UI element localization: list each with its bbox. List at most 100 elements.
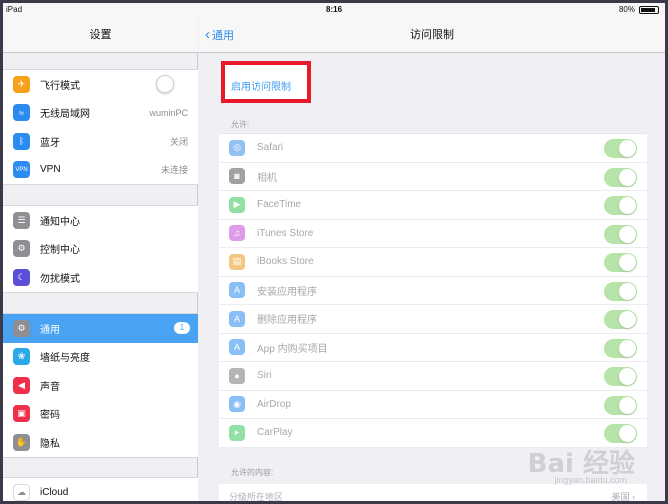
sidebar-item-label: VPN [40,164,61,176]
status-time: 8:16 [326,5,343,14]
compass-icon: ◎ [229,139,245,156]
status-bar: iPad 8:16 80% [3,3,665,17]
itunes-toggle[interactable] [604,224,637,244]
list-item-itunes-store: ♫ iTunes Store [219,220,647,248]
microphone-icon: ● [229,367,245,384]
vpn-icon: VPN [13,161,30,179]
battery-percent: 80% [618,5,635,14]
sidebar-item-label: iCloud [40,486,69,498]
carplay-icon: ▸ [229,424,245,441]
nav-bar: 访问限制 ‹ 通用 [199,17,665,53]
update-badge: 1 [174,322,190,334]
sidebar-item-vpn[interactable]: VPN VPN 未连接 [3,156,198,185]
sidebar-item-general[interactable]: ⚙ 通用 1 [3,314,198,343]
sidebar-item-label: 密码 [40,410,60,422]
notifications-icon: ☰ [13,211,30,229]
sidebar-item-wallpaper[interactable]: ❀ 墙纸与亮度 [3,343,198,372]
list-item-label: 相机 [257,172,277,184]
sidebar-item-airplane[interactable]: ✈ 飞行模式 [3,70,198,99]
sidebar-item-label: 无线局域网 [40,109,90,121]
sidebar-title: 设置 [3,17,198,53]
battery-status: 80% [619,5,659,14]
moon-icon: ☾ [13,268,30,286]
sidebar-group-icloud: ☁ iCloud [3,477,198,501]
facetime-toggle[interactable] [604,196,637,215]
app-store-icon: A [229,339,245,356]
sidebar-item-label: 墙纸与亮度 [40,353,90,365]
device-label: iPad [6,5,23,14]
in-app-purchases-toggle[interactable] [604,338,637,358]
sidebar-item-label: 控制中心 [40,245,80,257]
carplay-toggle[interactable] [604,424,637,443]
list-item-facetime: ▶ FaceTime [219,191,647,220]
list-item-label: Siri [257,370,272,382]
sidebar-group-general: ⚙ 通用 1 ❀ 墙纸与亮度 ◀ 声音 ▣ 密码 ✋ 隐私 [3,313,198,458]
safari-toggle[interactable] [604,139,637,158]
list-item-label: Safari [257,142,284,154]
ibooks-toggle[interactable] [604,253,637,272]
sidebar-item-privacy[interactable]: ✋ 隐私 [3,428,198,457]
list-item-label: iTunes Store [257,227,314,239]
video-icon: ▶ [229,196,245,213]
restrictions-pane: 访问限制 ‹ 通用 启用访问限制 允许: ◎ Safari ◙ 相机 ▶ Fac… [199,17,665,501]
allowed-content-label: 允许的内容: [231,468,274,477]
gear-icon: ⚙ [13,319,30,337]
siri-toggle[interactable] [604,367,637,386]
sound-icon: ◀ [13,376,30,394]
list-item-label: 安装应用程序 [257,286,317,298]
book-icon: ▤ [229,253,245,270]
sidebar-item-bluetooth[interactable]: ᛒ 蓝牙 关闭 [3,127,198,156]
enable-restrictions-highlight: 启用访问限制 [221,61,311,103]
sidebar-item-label: 通知中心 [40,216,80,228]
list-item-label: 删除应用程序 [257,315,317,327]
sidebar-item-control-center[interactable]: ⚙ 控制中心 [3,235,198,264]
camera-icon: ◙ [229,168,245,185]
sidebar-item-sounds[interactable]: ◀ 声音 [3,371,198,400]
region-label: 分级所在地区 [229,492,284,501]
list-item-siri: ● Siri [219,362,647,391]
sidebar-item-notifications[interactable]: ☰ 通知中心 [3,206,198,235]
airdrop-toggle[interactable] [604,395,637,415]
delete-apps-toggle[interactable] [604,310,637,329]
sidebar-item-icloud[interactable]: ☁ iCloud [3,478,198,501]
app-store-icon: A [229,282,245,299]
camera-toggle[interactable] [604,167,637,187]
install-apps-toggle[interactable] [604,281,637,301]
back-button[interactable]: ‹ 通用 [205,27,234,43]
list-item-install-apps: A 安装应用程序 [219,277,647,305]
enable-restrictions-button[interactable]: 启用访问限制 [231,78,291,93]
sidebar-item-value: wuminPC [149,107,188,118]
allow-list: ◎ Safari ◙ 相机 ▶ FaceTime ♫ iTunes Store … [219,133,647,448]
bluetooth-icon: ᛒ [13,132,30,150]
list-item-ibooks-store: ▤ iBooks Store [219,248,647,277]
sidebar-group-connectivity: ✈ 飞行模式 ≈ 无线局域网 wuminPC ᛒ 蓝牙 关闭 VPN VPN 未… [3,69,198,185]
airplane-toggle[interactable] [156,75,174,94]
app-store-icon: A [229,310,245,327]
sidebar-item-label: 勿扰模式 [40,273,80,285]
wallpaper-icon: ❀ [13,348,30,366]
sidebar-item-value: 未连接 [160,165,188,176]
wifi-icon: ≈ [13,104,30,122]
list-item-label: CarPlay [257,427,293,439]
chevron-left-icon: ‹ [205,26,210,43]
hand-icon: ✋ [13,433,30,451]
settings-sidebar: 设置 ✈ 飞行模式 ≈ 无线局域网 wuminPC ᛒ 蓝牙 关闭 VPN VP… [3,17,198,501]
sidebar-group-notifications: ☰ 通知中心 ⚙ 控制中心 ☾ 勿扰模式 [3,205,198,293]
sidebar-item-passcode[interactable]: ▣ 密码 [3,400,198,429]
allow-section-label: 允许: [231,120,250,129]
list-item-safari: ◎ Safari [219,134,647,163]
sidebar-item-value: 关闭 [169,136,188,147]
sidebar-item-label: 飞行模式 [40,80,80,92]
list-item-in-app-purchases: A App 内购买项目 [219,334,647,362]
sidebar-item-label: 隐私 [40,438,60,450]
region-value-text: 美国 [611,492,630,501]
sidebar-item-wifi[interactable]: ≈ 无线局域网 wuminPC [3,99,198,128]
cloud-icon: ☁ [13,483,30,501]
sidebar-item-do-not-disturb[interactable]: ☾ 勿扰模式 [3,263,198,292]
region-value: 美国 › [611,492,635,501]
lock-icon: ▣ [13,405,30,423]
ratings-region-row: 分级所在地区 美国 › [219,484,647,501]
baidu-watermark-url: jingyan.baidu.com [554,475,627,485]
list-item-label: iBooks Store [257,256,314,268]
airdrop-icon: ◉ [229,396,245,413]
